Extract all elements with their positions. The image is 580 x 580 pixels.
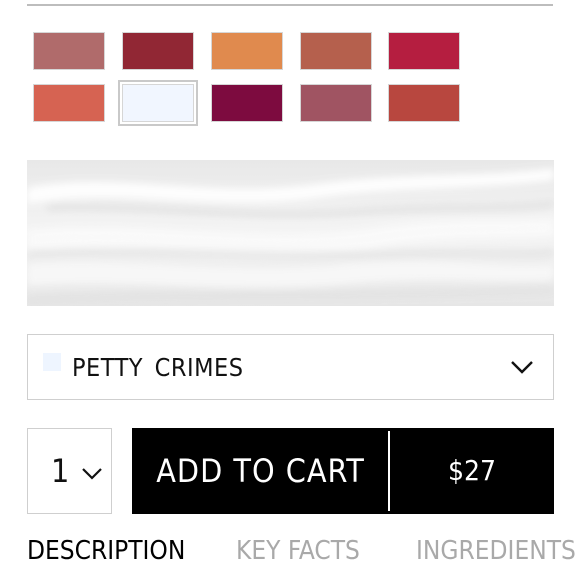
quantity-select[interactable]: 1 <box>27 428 112 514</box>
shade-swatch[interactable] <box>33 32 105 70</box>
shade-swatch-grid <box>33 32 473 128</box>
quantity-value: 1 <box>51 452 70 490</box>
product-info-tabs: DESCRIPTION KEY FACTS INGREDIENTS <box>27 533 576 573</box>
shade-swatch[interactable] <box>122 32 194 70</box>
shade-swatch[interactable] <box>300 84 372 122</box>
top-divider <box>27 4 553 6</box>
shade-swatch[interactable] <box>211 32 283 70</box>
selected-shade-chip <box>43 353 61 371</box>
product-texture-image <box>27 160 554 306</box>
tab-key-facts[interactable]: KEY FACTS <box>236 533 360 569</box>
tab-ingredients[interactable]: INGREDIENTS <box>416 533 576 569</box>
add-to-cart-button[interactable]: ADD TO CART $27 <box>132 428 554 514</box>
add-to-cart-label: ADD TO CART <box>156 452 365 490</box>
shade-swatch[interactable] <box>211 84 283 122</box>
shade-dropdown[interactable]: PETTY CRIMES <box>27 334 554 400</box>
shade-swatch[interactable] <box>388 32 460 70</box>
shade-swatch[interactable] <box>388 84 460 122</box>
price-label: $27 <box>447 454 497 487</box>
chevron-down-icon[interactable] <box>509 357 535 381</box>
shade-swatch[interactable] <box>300 32 372 70</box>
shade-swatch[interactable] <box>33 84 105 122</box>
chevron-down-icon[interactable] <box>80 465 104 487</box>
shade-swatch[interactable] <box>118 80 198 126</box>
texture-swatch-graphic <box>27 160 554 306</box>
selected-shade-name: PETTY CRIMES <box>72 353 244 382</box>
tab-description[interactable]: DESCRIPTION <box>27 533 185 569</box>
